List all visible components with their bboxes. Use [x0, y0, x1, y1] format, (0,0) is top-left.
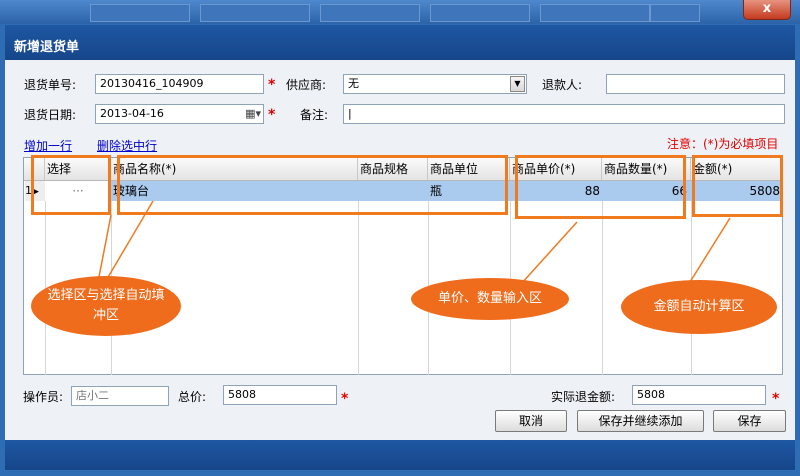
total-label: 总价: [178, 390, 207, 404]
actual-refund-label: 实际退金额: [551, 390, 616, 404]
operator-label: 操作员: [23, 390, 64, 404]
save-button[interactable]: 保存 [713, 410, 786, 432]
input-area-callout: 单价、数量输入区 [411, 278, 569, 320]
operator-input[interactable] [71, 386, 169, 406]
required-mark: * [341, 391, 349, 407]
input-area-highlight [515, 155, 686, 219]
cancel-button[interactable]: 取消 [495, 410, 567, 432]
name-area-highlight [117, 155, 508, 215]
amount-area-highlight [692, 155, 783, 217]
required-mark: * [772, 391, 780, 407]
save-continue-button[interactable]: 保存并继续添加 [577, 410, 704, 432]
actual-refund-input[interactable]: 5808 [632, 385, 766, 405]
calc-area-callout: 金额自动计算区 [621, 280, 777, 334]
select-area-highlight [31, 155, 111, 215]
total-input[interactable]: 5808 [223, 385, 337, 405]
select-area-callout: 选择区与选择自动填冲区 [31, 276, 181, 336]
